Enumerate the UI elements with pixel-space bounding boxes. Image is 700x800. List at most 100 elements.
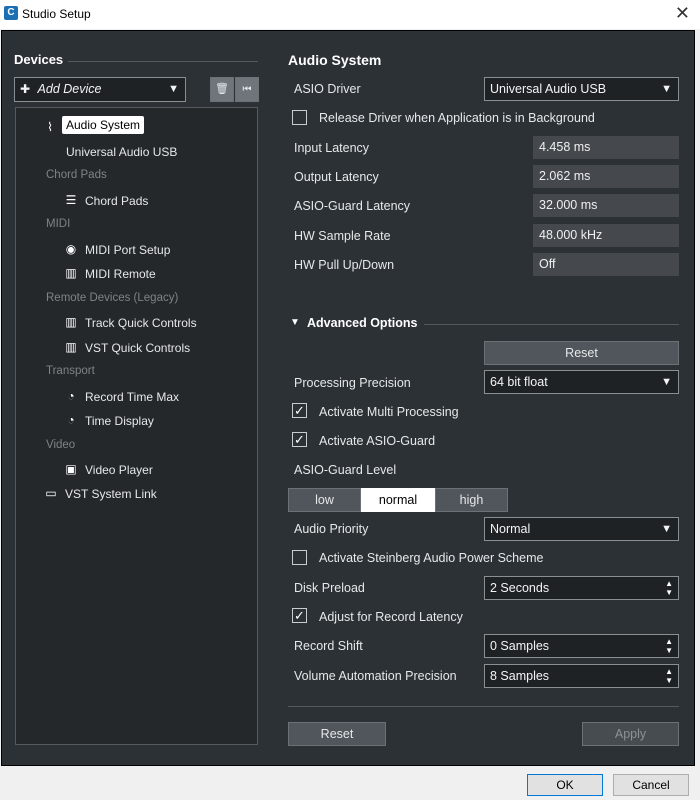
hw-pull-value: Off	[533, 253, 679, 276]
close-icon[interactable]: ✕	[675, 3, 690, 24]
processing-precision-dropdown[interactable]: 64 bit float ▼	[484, 370, 679, 394]
tree-item-video-player[interactable]: Video Player	[85, 463, 153, 477]
midi-keyboard-icon: ▥	[65, 315, 77, 329]
reset-icon: ⏮	[242, 84, 252, 95]
chevron-down-icon: ▼	[661, 83, 672, 95]
advanced-options-header[interactable]: Advanced Options	[307, 316, 417, 330]
adjust-latency-label: Adjust for Record Latency	[319, 610, 463, 624]
disk-preload-value: 2 Seconds	[490, 581, 550, 595]
tree-item-midi-port-setup[interactable]: MIDI Port Setup	[85, 243, 170, 257]
asio-driver-dropdown[interactable]: Universal Audio USB ▼	[484, 77, 679, 101]
chevron-down-icon: ▼	[168, 83, 179, 95]
film-icon: ▣	[65, 462, 77, 476]
asio-driver-value: Universal Audio USB	[490, 82, 607, 96]
chevron-down-icon: ▼	[661, 376, 672, 388]
record-shift-value: 0 Samples	[490, 639, 550, 653]
hw-sample-rate-label: HW Sample Rate	[294, 229, 391, 243]
spin-up-icon[interactable]: ▲	[665, 579, 673, 588]
tree-item-track-quick-controls[interactable]: Track Quick Controls	[85, 316, 197, 330]
input-latency-value: 4.458 ms	[533, 136, 679, 159]
cubase-app-icon: C	[4, 6, 18, 20]
asio-guard-latency-value: 32.000 ms	[533, 194, 679, 217]
advanced-divider	[424, 324, 679, 325]
midi-keyboard-icon: ▥	[65, 266, 77, 280]
audio-priority-value: Normal	[490, 522, 531, 536]
input-latency-label: Input Latency	[294, 141, 370, 155]
tree-category-remote-devices: Remote Devices (Legacy)	[46, 292, 179, 304]
disk-preload-stepper[interactable]: 2 Seconds ▲ ▼	[484, 576, 679, 600]
cancel-button[interactable]: Cancel	[613, 774, 689, 796]
tree-item-time-display[interactable]: Time Display	[85, 414, 154, 428]
spin-up-icon[interactable]: ▲	[665, 667, 673, 676]
add-device-dropdown[interactable]: ✚ Add Device ▼	[14, 77, 186, 102]
check-icon: ✓	[294, 432, 305, 447]
processing-precision-value: 64 bit float	[490, 375, 548, 389]
remove-device-button[interactable]: 🗑	[210, 77, 234, 102]
power-scheme-label: Activate Steinberg Audio Power Scheme	[319, 551, 544, 565]
record-shift-stepper[interactable]: 0 Samples ▲ ▼	[484, 634, 679, 658]
devices-divider	[68, 61, 258, 62]
add-device-label: Add Device	[37, 82, 102, 96]
tree-category-chord-pads: Chord Pads	[46, 169, 107, 181]
advanced-reset-button[interactable]: Reset	[484, 341, 679, 365]
waveform-icon: ⌇	[47, 120, 53, 134]
collapse-arrow-icon[interactable]: ▼	[290, 317, 300, 328]
device-tree: ⌇ Audio System Universal Audio USB Chord…	[15, 107, 258, 745]
volume-precision-stepper[interactable]: 8 Samples ▲ ▼	[484, 664, 679, 688]
chevron-down-icon: ▼	[661, 523, 672, 535]
trash-icon: 🗑	[215, 83, 229, 95]
spin-down-icon[interactable]: ▼	[665, 646, 673, 655]
asio-guard-level-normal[interactable]: normal	[361, 488, 435, 512]
disk-preload-label: Disk Preload	[294, 581, 365, 595]
asio-guard-level-label: ASIO-Guard Level	[294, 463, 397, 477]
tree-category-video: Video	[46, 439, 76, 451]
hw-sample-rate-value: 48.000 kHz	[533, 224, 679, 247]
hw-pull-label: HW Pull Up/Down	[294, 258, 395, 272]
dialog-button-bar: OK Cancel	[0, 766, 700, 800]
output-latency-value: 2.062 ms	[533, 165, 679, 188]
processing-precision-label: Processing Precision	[294, 376, 411, 390]
chord-pads-icon: ☰	[65, 193, 77, 207]
output-latency-label: Output Latency	[294, 170, 379, 184]
multi-processing-checkbox[interactable]: ✓	[292, 403, 307, 418]
tree-item-universal-audio-usb[interactable]: Universal Audio USB	[66, 145, 177, 159]
tree-category-transport: Transport	[46, 365, 95, 377]
audio-priority-dropdown[interactable]: Normal ▼	[484, 517, 679, 541]
reset-device-button[interactable]: ⏮	[235, 77, 259, 102]
audio-system-header: Audio System	[288, 52, 382, 68]
spin-down-icon[interactable]: ▼	[665, 676, 673, 685]
clock-icon: ◔	[67, 389, 75, 403]
devices-header: Devices	[14, 52, 64, 67]
tree-item-midi-remote[interactable]: MIDI Remote	[85, 267, 156, 281]
tree-item-audio-system[interactable]: Audio System	[62, 116, 145, 134]
release-driver-checkbox[interactable]	[292, 110, 307, 125]
apply-button[interactable]: Apply	[582, 722, 679, 746]
tree-item-record-time-max[interactable]: Record Time Max	[85, 390, 179, 404]
asio-guard-checkbox[interactable]: ✓	[292, 432, 307, 447]
monitor-icon: ▭	[45, 486, 57, 500]
plus-icon: ✚	[20, 82, 31, 96]
reset-button[interactable]: Reset	[288, 722, 386, 746]
midi-port-icon: ◉	[65, 242, 77, 256]
tree-item-chord-pads[interactable]: Chord Pads	[85, 194, 148, 208]
adjust-latency-checkbox[interactable]: ✓	[292, 608, 307, 623]
volume-precision-value: 8 Samples	[490, 669, 550, 683]
release-driver-label: Release Driver when Application is in Ba…	[319, 111, 595, 125]
spin-up-icon[interactable]: ▲	[665, 637, 673, 646]
clock-icon: ◔	[67, 413, 75, 427]
tree-category-midi: MIDI	[46, 218, 71, 230]
window-title: Studio Setup	[22, 7, 91, 21]
multi-processing-label: Activate Multi Processing	[319, 405, 459, 419]
tree-item-vst-quick-controls[interactable]: VST Quick Controls	[85, 341, 190, 355]
asio-guard-label: Activate ASIO-Guard	[319, 434, 436, 448]
studio-setup-panel: Devices ✚ Add Device ▼ 🗑 ⏮ ⌇ Audio Syste…	[1, 30, 695, 766]
ok-button[interactable]: OK	[527, 774, 603, 796]
spin-down-icon[interactable]: ▼	[665, 588, 673, 597]
title-bar: C Studio Setup ✕	[0, 0, 700, 29]
tree-item-vst-system-link[interactable]: VST System Link	[65, 487, 157, 501]
check-icon: ✓	[294, 403, 305, 418]
asio-guard-level-low[interactable]: low	[288, 488, 361, 512]
power-scheme-checkbox[interactable]	[292, 550, 307, 565]
asio-guard-level-high[interactable]: high	[435, 488, 508, 512]
check-icon: ✓	[294, 608, 305, 623]
